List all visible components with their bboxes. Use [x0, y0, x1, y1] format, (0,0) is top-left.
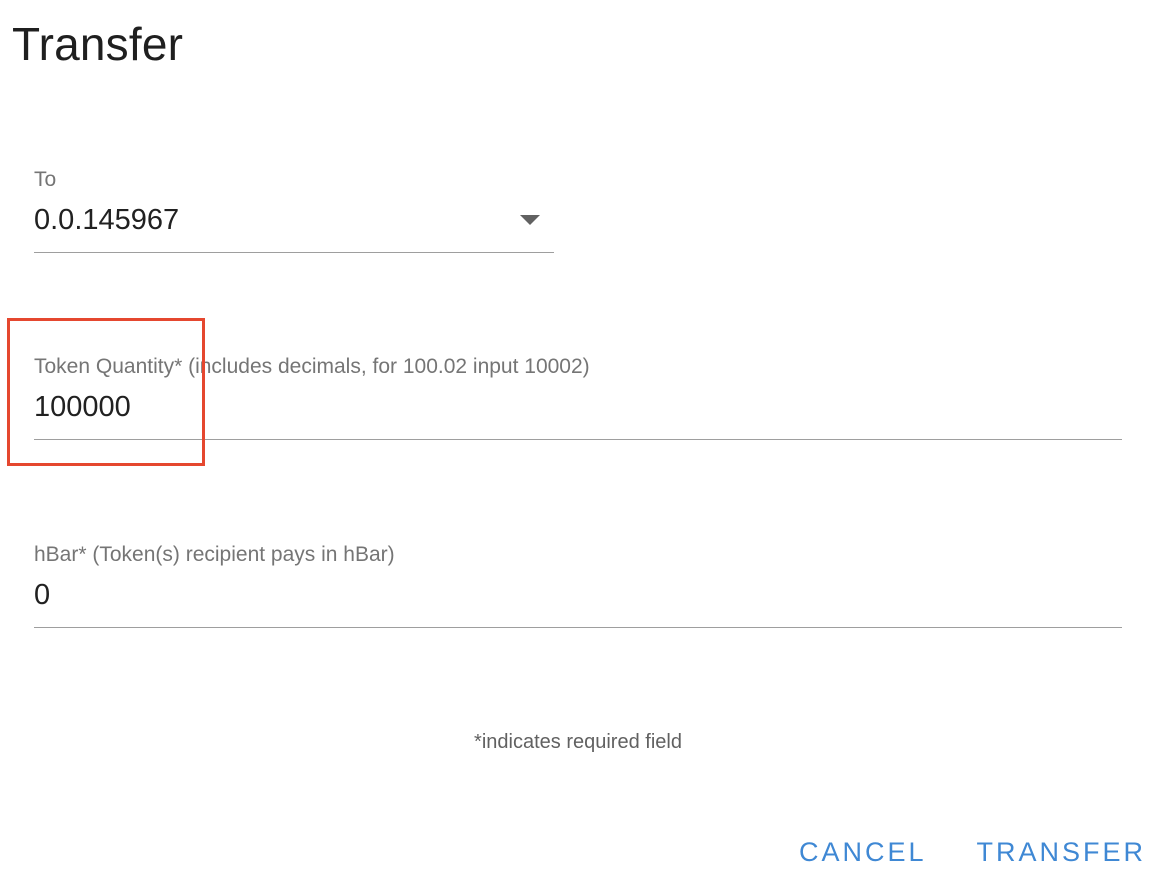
to-account-select[interactable]: To 0.0.145967 — [34, 166, 554, 256]
hbar-underline — [34, 627, 1122, 628]
hbar-field: hBar* (Token(s) recipient pays in hBar) — [34, 541, 1122, 631]
transfer-dialog: Transfer To 0.0.145967 Token Quantity* (… — [0, 0, 1166, 886]
hbar-input[interactable] — [34, 577, 1034, 613]
to-field-underline — [34, 252, 554, 253]
to-field-label: To — [34, 168, 57, 191]
to-field-value[interactable]: 0.0.145967 — [34, 202, 504, 238]
dropdown-arrow-icon[interactable] — [520, 215, 540, 225]
transfer-button[interactable]: TRANSFER — [976, 830, 1146, 874]
cancel-button[interactable]: CANCEL — [799, 830, 927, 874]
required-field-note: *indicates required field — [474, 731, 682, 753]
hbar-label: hBar* (Token(s) recipient pays in hBar) — [34, 543, 395, 566]
annotation-highlight-box — [7, 318, 205, 466]
dialog-actions: CANCEL TRANSFER — [799, 830, 1146, 874]
dialog-title: Transfer — [12, 18, 184, 70]
